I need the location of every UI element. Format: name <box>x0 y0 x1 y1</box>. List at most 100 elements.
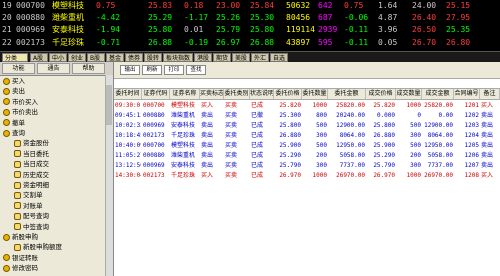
column-header[interactable]: 备注 <box>480 89 500 99</box>
quote-row[interactable]: 21 000969 安泰科技 -1.94 25.80 0.01 25.79 25… <box>0 25 500 35</box>
tree-item-label: 市价卖出 <box>12 108 38 117</box>
tab-forex[interactable]: 外汇 <box>251 53 269 62</box>
column-header[interactable]: 合同编号 <box>454 89 480 99</box>
tab-a-shares[interactable]: A股 <box>30 53 48 62</box>
tree-item[interactable]: 资金明细 <box>14 181 49 190</box>
leaf-node-icon <box>14 191 21 199</box>
column-header[interactable]: 委托金额 <box>328 89 366 99</box>
quote-row[interactable]: 20 000880 潍柴重机 -4.42 25.29 -1.17 25.26 2… <box>0 13 500 23</box>
cell-damt: 12950.00 <box>424 142 453 149</box>
table-row[interactable]: 14:30:04002173千足珍珠买入买卖已成26.970100026970.… <box>114 171 500 180</box>
tree-item[interactable]: 中签查询 <box>14 223 49 232</box>
tab-funds[interactable]: 基金 <box>106 53 124 62</box>
tree-item[interactable]: 市价卖出 <box>3 108 38 117</box>
open: 26.40 <box>412 13 437 22</box>
cell-dqty: 300 <box>410 162 421 169</box>
column-header[interactable]: 委托数量 <box>302 89 328 99</box>
tree-item[interactable]: 新股申购 <box>3 233 38 242</box>
tree-item[interactable]: 当日成交 <box>14 160 49 169</box>
scrollbar-thumb[interactable] <box>106 85 112 125</box>
ask: 25.84 <box>250 1 275 10</box>
column-header[interactable]: 买卖标志 <box>200 89 224 99</box>
cell-qty: 300 <box>316 162 327 169</box>
tree-item[interactable]: 当日委托 <box>14 150 49 159</box>
column-header[interactable]: 成交价格 <box>366 89 396 99</box>
tab-notices[interactable]: 通告 <box>37 63 70 74</box>
tree-item[interactable]: 撤单 <box>3 119 25 128</box>
table-row[interactable]: 10:02:33000969安泰科技卖出买卖已成25.80050012900.0… <box>114 121 500 130</box>
tree-item-label: 修改密码 <box>12 264 38 273</box>
table-row[interactable]: 10:40:09000700模塑科技卖出买卖已成25.90050012950.0… <box>114 141 500 150</box>
row-number: 21 <box>2 25 12 34</box>
cell-note: 卖出 <box>481 162 494 169</box>
print-button[interactable]: 打印 <box>164 65 184 75</box>
tree-item[interactable]: 资金股份 <box>14 139 49 148</box>
quote-row[interactable]: 19 000700 模塑科技 0.75 25.83 0.18 23.00 25.… <box>0 1 500 11</box>
tree-item[interactable]: 银证转账 <box>3 254 38 263</box>
table-row[interactable]: 13:12:50000969安泰科技卖出买卖已成25.7903007737.00… <box>114 161 500 170</box>
tab-sme[interactable]: 中小 <box>49 53 67 62</box>
find-button[interactable]: 查找 <box>186 65 206 75</box>
tree-item-label: 卖出 <box>12 87 25 96</box>
column-header[interactable]: 委托时间 <box>114 89 142 99</box>
cell-dprice: 25.290 <box>373 152 395 159</box>
column-header[interactable]: 成交金额 <box>422 89 454 99</box>
table-row[interactable]: 09:30:01000700模塑科技买入买卖已成25.820100025820.… <box>114 101 500 110</box>
tree-item[interactable]: 修改密码 <box>3 264 38 273</box>
cell-dprice: 26.880 <box>373 132 395 139</box>
bid: 25.79 <box>216 25 241 34</box>
high: 25.35 <box>446 25 471 34</box>
tree-item[interactable]: 新股申购额度 <box>14 243 62 252</box>
cell-contract: 1205 <box>464 142 479 149</box>
cell-time: 11:05:27 <box>115 152 141 159</box>
tree-item[interactable]: 对账单 <box>14 202 43 211</box>
export-button[interactable]: 输出 <box>120 65 140 75</box>
refresh-button[interactable]: 刷新 <box>142 65 162 75</box>
cell-status: 已成 <box>251 132 264 139</box>
tab-help[interactable]: 帮助 <box>72 63 105 74</box>
tree-item-label: 银证转账 <box>12 253 38 262</box>
tab-us-stocks[interactable]: 美股 <box>232 53 250 62</box>
tab-futures[interactable]: 期货 <box>213 53 231 62</box>
tab-sector-index[interactable]: 板块指数 <box>163 53 193 62</box>
column-header[interactable]: 委托价格 <box>274 89 302 99</box>
table-row[interactable]: 11:05:27000880潍柴重机卖出买卖已成25.2902005058.00… <box>114 151 500 160</box>
tab-watchlist[interactable]: 自选 <box>270 53 288 62</box>
tab-functions[interactable]: 功能 <box>2 63 35 74</box>
column-header[interactable]: 委托类别 <box>224 89 250 99</box>
cell-qty: 1000 <box>312 102 327 109</box>
column-header[interactable]: 状态说明 <box>250 89 274 99</box>
tab-gem[interactable]: 创业 <box>68 53 86 62</box>
tree-item[interactable]: 交割单 <box>14 191 43 200</box>
tree-item-label: 当日成交 <box>23 160 49 169</box>
tree-item[interactable]: 历史成交 <box>14 171 49 180</box>
tab-bonds[interactable]: 债券 <box>125 53 143 62</box>
tab-category[interactable]: 分类 <box>2 53 28 62</box>
quote-row[interactable]: 22 002173 千足珍珠 -0.71 26.88 -0.19 26.97 2… <box>0 38 500 48</box>
tree-item-label: 交割单 <box>23 191 43 200</box>
column-header[interactable]: 成交数量 <box>396 89 422 99</box>
column-header[interactable]: 证券名称 <box>170 89 200 99</box>
cell-name: 潍柴重机 <box>171 112 196 119</box>
tab-hk-stocks[interactable]: 港股 <box>194 53 212 62</box>
cell-time: 10:18:45 <box>115 132 141 139</box>
change-pct: -0.71 <box>96 38 121 47</box>
tab-share-transfer[interactable]: 股转 <box>144 53 162 62</box>
tree-item-label: 市价买入 <box>12 97 38 106</box>
cell-type: 买卖 <box>225 172 238 179</box>
folder-node-icon <box>3 129 10 137</box>
cell-side: 买入 <box>201 102 214 109</box>
tab-b-shares[interactable]: B股 <box>87 53 105 62</box>
tree-item[interactable]: 卖出 <box>3 87 25 96</box>
volume: 50632 <box>286 1 311 10</box>
table-row[interactable]: 09:45:12000880潍柴重机卖出买卖已撤25.30080020240.0… <box>114 111 500 120</box>
tree-item[interactable]: 买入 <box>3 77 25 86</box>
speed: -0.06 <box>344 13 369 22</box>
tree-item[interactable]: 配号查询 <box>14 212 49 221</box>
cell-damt: 26970.00 <box>424 172 453 179</box>
tree-item[interactable]: 查询 <box>3 129 25 138</box>
tree-item[interactable]: 市价买入 <box>3 98 38 107</box>
column-header[interactable]: 证券代码 <box>142 89 170 99</box>
table-row[interactable]: 10:18:45002173千足珍珠卖出买卖已成26.8803008064.00… <box>114 131 500 140</box>
tree-scrollbar[interactable] <box>105 75 113 276</box>
